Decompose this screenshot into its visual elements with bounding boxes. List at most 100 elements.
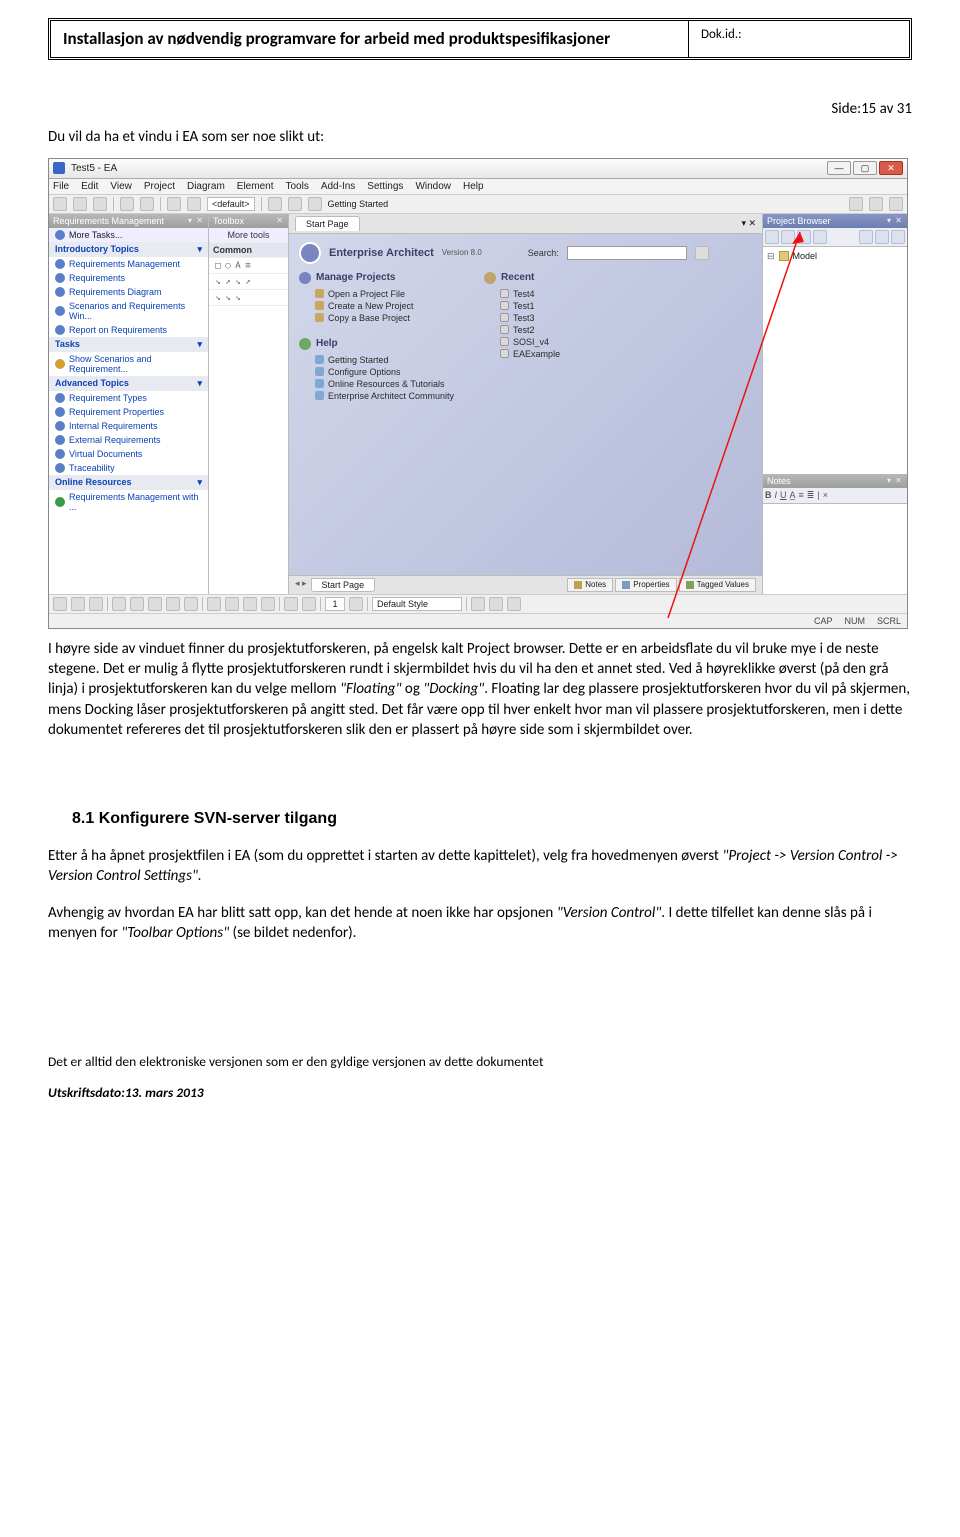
- bold-button[interactable]: B: [765, 490, 772, 501]
- zoom-button[interactable]: [184, 597, 198, 611]
- menu-view[interactable]: View: [110, 181, 132, 192]
- menu-file[interactable]: File: [53, 181, 69, 192]
- notes-editor[interactable]: [763, 504, 907, 594]
- intro-topics-header[interactable]: Introductory Topics▾: [49, 242, 208, 257]
- tree-root[interactable]: ⊟Model: [767, 251, 903, 262]
- toolbar-button[interactable]: [284, 597, 298, 611]
- pb-button[interactable]: [765, 230, 779, 244]
- menu-help[interactable]: Help: [463, 181, 484, 192]
- toolbar-button[interactable]: [89, 597, 103, 611]
- list-item[interactable]: Traceability: [49, 461, 208, 475]
- toolbar-button[interactable]: [889, 197, 903, 211]
- menu-window[interactable]: Window: [415, 181, 451, 192]
- recent-link[interactable]: Test2: [484, 324, 560, 336]
- toolbar-button[interactable]: [261, 597, 275, 611]
- toolbar-button[interactable]: [93, 197, 107, 211]
- recent-link[interactable]: Test1: [484, 300, 560, 312]
- help-link[interactable]: Configure Options: [299, 366, 454, 378]
- tab-tagged-values[interactable]: Tagged Values: [679, 578, 756, 592]
- pb-button[interactable]: [797, 230, 811, 244]
- toolbar-button[interactable]: [471, 597, 485, 611]
- toolbar-button[interactable]: [53, 197, 67, 211]
- toolbar-button[interactable]: [489, 597, 503, 611]
- bottom-tab-start[interactable]: Start Page: [311, 578, 376, 592]
- notes-panel-title[interactable]: Notes▾ ✕: [763, 474, 907, 488]
- color-button[interactable]: A̲: [790, 490, 796, 501]
- tab-dropdown-icon[interactable]: ▾ ✕: [741, 218, 756, 229]
- underline-button[interactable]: U: [780, 490, 787, 501]
- menu-settings[interactable]: Settings: [367, 181, 403, 192]
- toolbar-button[interactable]: [140, 197, 154, 211]
- more-tasks-link[interactable]: More Tasks...: [49, 228, 208, 242]
- italic-button[interactable]: I: [775, 490, 778, 501]
- create-project-link[interactable]: Create a New Project: [299, 300, 454, 312]
- toolbar-button[interactable]: [207, 597, 221, 611]
- help-link[interactable]: Online Resources & Tutorials: [299, 378, 454, 390]
- tab-properties[interactable]: Properties: [615, 578, 676, 592]
- style-dropdown[interactable]: Default Style: [372, 597, 462, 611]
- menu-edit[interactable]: Edit: [81, 181, 98, 192]
- toolbar-button[interactable]: [243, 597, 257, 611]
- toolbar-button[interactable]: [71, 597, 85, 611]
- menu-project[interactable]: Project: [144, 181, 175, 192]
- more-button[interactable]: ×: [823, 490, 828, 501]
- list-item[interactable]: Requirements Management: [49, 257, 208, 271]
- pb-button[interactable]: [891, 230, 905, 244]
- toolbar-button[interactable]: [120, 197, 134, 211]
- list-item[interactable]: Show Scenarios and Requirement...: [49, 352, 208, 376]
- toolbar-nav-back[interactable]: [167, 197, 181, 211]
- tab-notes[interactable]: Notes: [567, 578, 613, 592]
- toolbar-button[interactable]: [849, 197, 863, 211]
- project-browser-tree[interactable]: ⊟Model: [763, 247, 907, 474]
- list-button[interactable]: ≣: [807, 490, 815, 501]
- close-button[interactable]: ✕: [879, 161, 903, 175]
- requirements-panel-title[interactable]: Requirements Management▾ ✕: [49, 214, 208, 228]
- menu-tools[interactable]: Tools: [285, 181, 308, 192]
- online-resources-header[interactable]: Online Resources▾: [49, 475, 208, 490]
- toolbar-default-dropdown[interactable]: <default>: [207, 197, 255, 211]
- help-link[interactable]: Enterprise Architect Community: [299, 390, 454, 402]
- menu-element[interactable]: Element: [237, 181, 274, 192]
- list-item[interactable]: Internal Requirements: [49, 419, 208, 433]
- open-project-link[interactable]: Open a Project File: [299, 288, 454, 300]
- menu-diagram[interactable]: Diagram: [187, 181, 225, 192]
- toolbar-getting-started[interactable]: Getting Started: [328, 199, 389, 209]
- list-item[interactable]: Scenarios and Requirements Win...: [49, 299, 208, 323]
- pb-button[interactable]: [875, 230, 889, 244]
- search-input[interactable]: [567, 246, 687, 260]
- toolbox-common-header[interactable]: Common: [209, 243, 288, 258]
- toolbar-button[interactable]: [73, 197, 87, 211]
- tasks-header[interactable]: Tasks▾: [49, 337, 208, 352]
- list-item[interactable]: External Requirements: [49, 433, 208, 447]
- zoom-button[interactable]: [130, 597, 144, 611]
- list-item[interactable]: Virtual Documents: [49, 447, 208, 461]
- pb-button[interactable]: [813, 230, 827, 244]
- toolbar-button[interactable]: [308, 197, 322, 211]
- maximize-button[interactable]: ▢: [853, 161, 877, 175]
- list-item[interactable]: Requirements Diagram: [49, 285, 208, 299]
- toolbox-item[interactable]: □○A≡: [209, 258, 288, 274]
- toolbox-item[interactable]: ↘↗↘↗: [209, 274, 288, 290]
- toolbar-button[interactable]: [268, 197, 282, 211]
- tab-start-page[interactable]: Start Page: [295, 216, 360, 231]
- project-browser-title[interactable]: Project Browser▾ ✕: [763, 214, 907, 228]
- toolbox-item[interactable]: ↘↘↘: [209, 290, 288, 306]
- pb-button[interactable]: [859, 230, 873, 244]
- recent-link[interactable]: Test4: [484, 288, 560, 300]
- search-go-button[interactable]: [695, 246, 709, 260]
- line-width-dropdown[interactable]: 1: [325, 597, 345, 611]
- toolbox-more[interactable]: More tools: [209, 228, 288, 243]
- list-item[interactable]: Requirement Types: [49, 391, 208, 405]
- zoom-button[interactable]: [148, 597, 162, 611]
- recent-link[interactable]: Test3: [484, 312, 560, 324]
- list-item[interactable]: Requirements Management with ...: [49, 490, 208, 514]
- list-item[interactable]: Requirements: [49, 271, 208, 285]
- toolbar-button[interactable]: [507, 597, 521, 611]
- pb-button[interactable]: [781, 230, 795, 244]
- recent-link[interactable]: SOSI_v4: [484, 336, 560, 348]
- toolbar-button[interactable]: [302, 597, 316, 611]
- toolbar-nav-fwd[interactable]: [187, 197, 201, 211]
- toolbar-button[interactable]: [869, 197, 883, 211]
- recent-link[interactable]: EAExample: [484, 348, 560, 360]
- zoom-button[interactable]: [166, 597, 180, 611]
